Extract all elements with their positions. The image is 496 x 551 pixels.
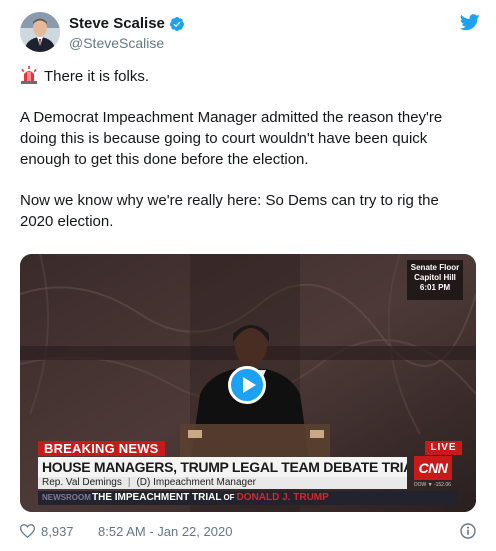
location-time: 6:01 PM bbox=[419, 283, 451, 292]
ticker-text-a: THE IMPEACHMENT TRIAL bbox=[92, 492, 222, 503]
live-badge: LIVE bbox=[425, 441, 462, 455]
news-ticker: NEWSROOMTHE IMPEACHMENT TRIAL OF DONALD J.… bbox=[38, 491, 458, 505]
video-player[interactable]: Senate Floor Capitol Hill 6:01 PM BREAKI… bbox=[20, 254, 476, 512]
tweet-footer: 8,937 8:52 AM - Jan 22, 2020 bbox=[20, 523, 476, 543]
like-count[interactable]: 8,937 bbox=[41, 524, 74, 539]
location-line-1: Senate Floor bbox=[410, 263, 460, 272]
tweet-line-1: There it is folks. bbox=[20, 66, 476, 87]
info-icon[interactable] bbox=[460, 523, 476, 539]
ticker-text-b: DONALD J. TRUMP bbox=[236, 492, 329, 503]
ticker-prefix: NEWSROOM bbox=[42, 493, 91, 502]
avatar[interactable] bbox=[20, 12, 60, 52]
heart-icon[interactable] bbox=[20, 524, 35, 538]
location-line-2: Capitol Hill bbox=[414, 273, 456, 282]
verified-badge-icon bbox=[169, 16, 184, 31]
author-block[interactable]: Steve Scalise @SteveScalise bbox=[69, 15, 185, 51]
play-icon[interactable] bbox=[228, 366, 266, 404]
user-handle[interactable]: @SteveScalise bbox=[69, 35, 185, 51]
tweet-text: There it is folks. A Democrat Impeachmen… bbox=[20, 66, 476, 252]
ticker-of: OF bbox=[223, 493, 235, 502]
tweet-header: Steve Scalise @SteveScalise bbox=[20, 12, 480, 58]
location-tag: Senate Floor Capitol Hill 6:01 PM bbox=[407, 260, 463, 300]
speaker-bar: Rep. Val Demings | (D) Impeachment Manager bbox=[38, 477, 407, 489]
speaker-role: (D) Impeachment Manager bbox=[136, 477, 256, 488]
police-siren-emoji bbox=[21, 66, 37, 84]
tweet-paragraph-2: Now we know why we're really here: So De… bbox=[20, 192, 439, 230]
tweet-card: Steve Scalise @SteveScalise There it is … bbox=[0, 0, 496, 551]
display-name[interactable]: Steve Scalise bbox=[69, 15, 165, 32]
tweet-line-1-text: There it is folks. bbox=[44, 68, 150, 85]
tweet-paragraph-1: A Democrat Impeachment Manager admitted … bbox=[20, 109, 443, 168]
chyron-headline: HOUSE MANAGERS, TRUMP LEGAL TEAM DEBATE … bbox=[38, 457, 407, 477]
cnn-logo: CNN bbox=[414, 456, 452, 480]
tweet-timestamp[interactable]: 8:52 AM - Jan 22, 2020 bbox=[98, 524, 232, 539]
market-ticker: DOW ▼ -152.06 bbox=[414, 482, 451, 488]
breaking-news-label: BREAKING NEWS bbox=[38, 441, 165, 456]
speaker-name: Rep. Val Demings bbox=[42, 477, 122, 488]
twitter-bird-icon[interactable] bbox=[460, 14, 480, 31]
